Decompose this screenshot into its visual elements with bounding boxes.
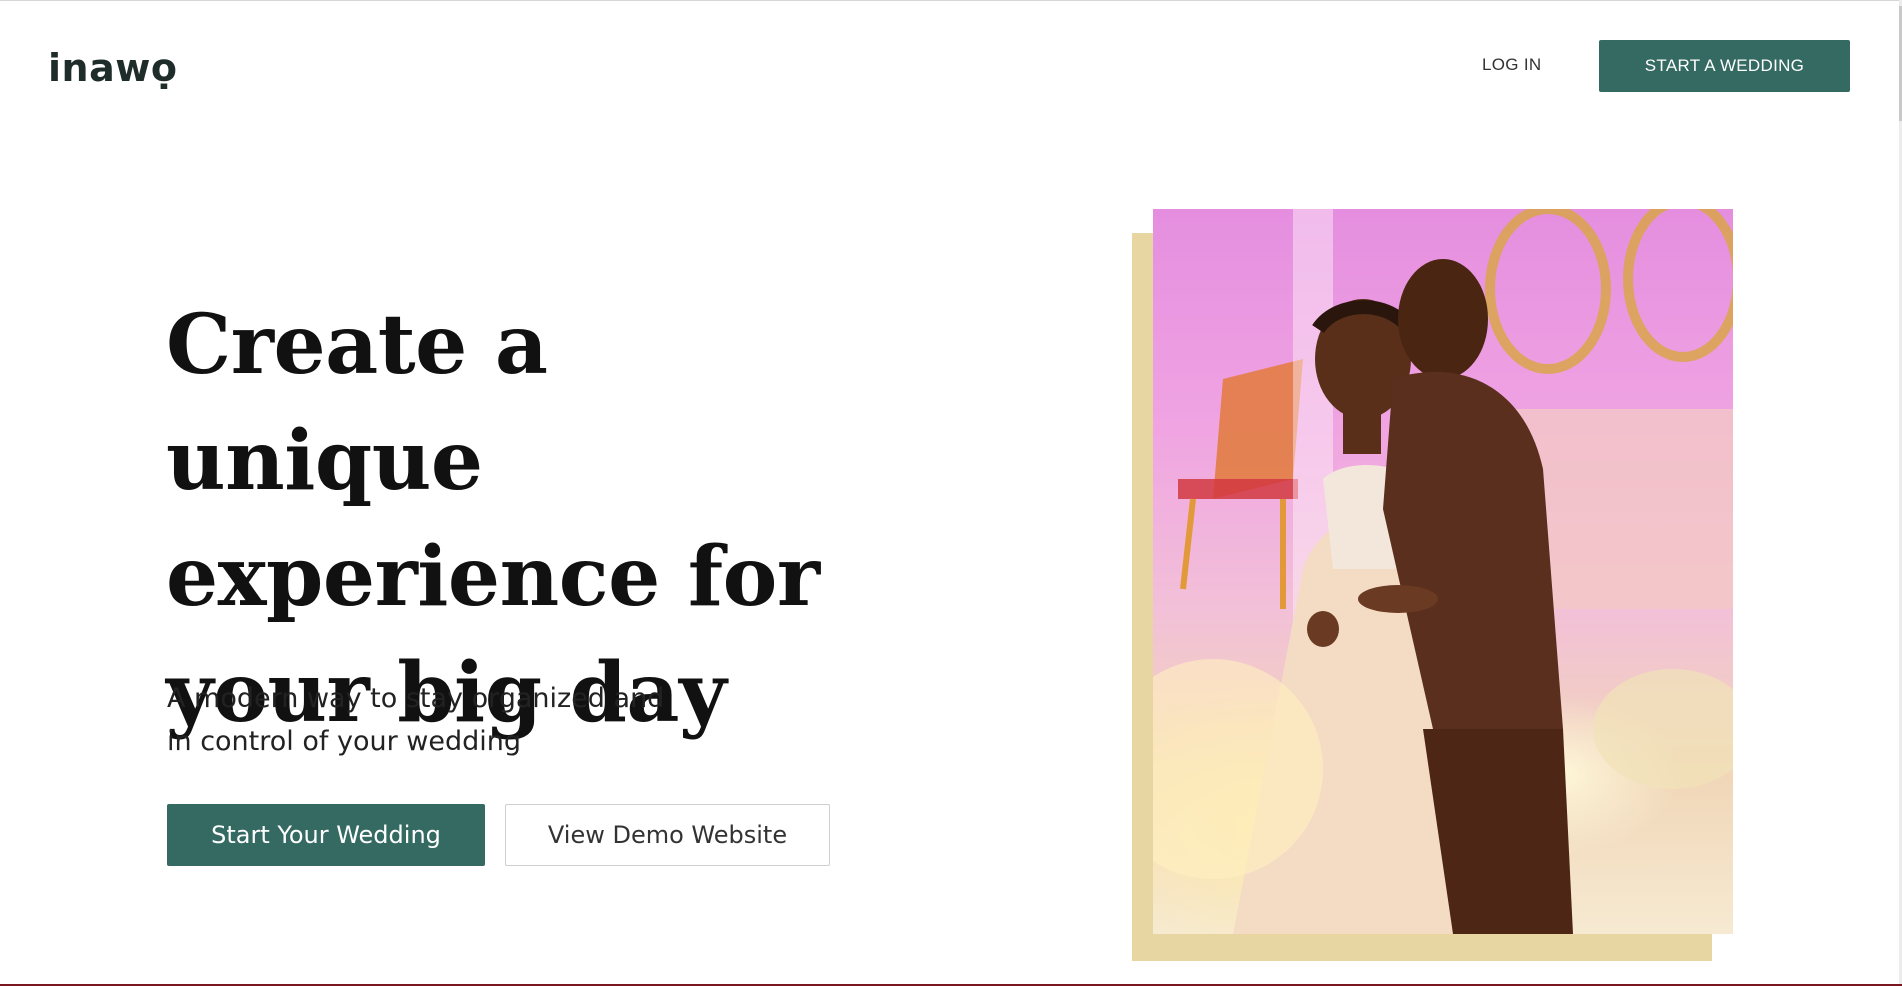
hero-subtitle-line: in control of your wedding — [167, 726, 521, 757]
hero-subtitle-line: A modern way to stay organized and — [167, 683, 665, 714]
view-demo-website-button[interactable]: View Demo Website — [505, 804, 830, 866]
hero-title-line: Create a unique — [166, 297, 548, 509]
login-link[interactable]: LOG IN — [1482, 55, 1541, 75]
brand-logo[interactable]: inawọ — [48, 46, 177, 90]
hero-subtitle: A modern way to stay organized and in co… — [167, 677, 687, 763]
start-your-wedding-button[interactable]: Start Your Wedding — [167, 804, 485, 866]
hero-photo — [1153, 209, 1733, 934]
start-a-wedding-button[interactable]: START A WEDDING — [1599, 40, 1850, 92]
site-header: inawọ LOG IN START A WEDDING — [0, 0, 1902, 130]
hero-photo-illustration — [1153, 209, 1733, 934]
hero-title-line: experience for — [166, 529, 820, 625]
